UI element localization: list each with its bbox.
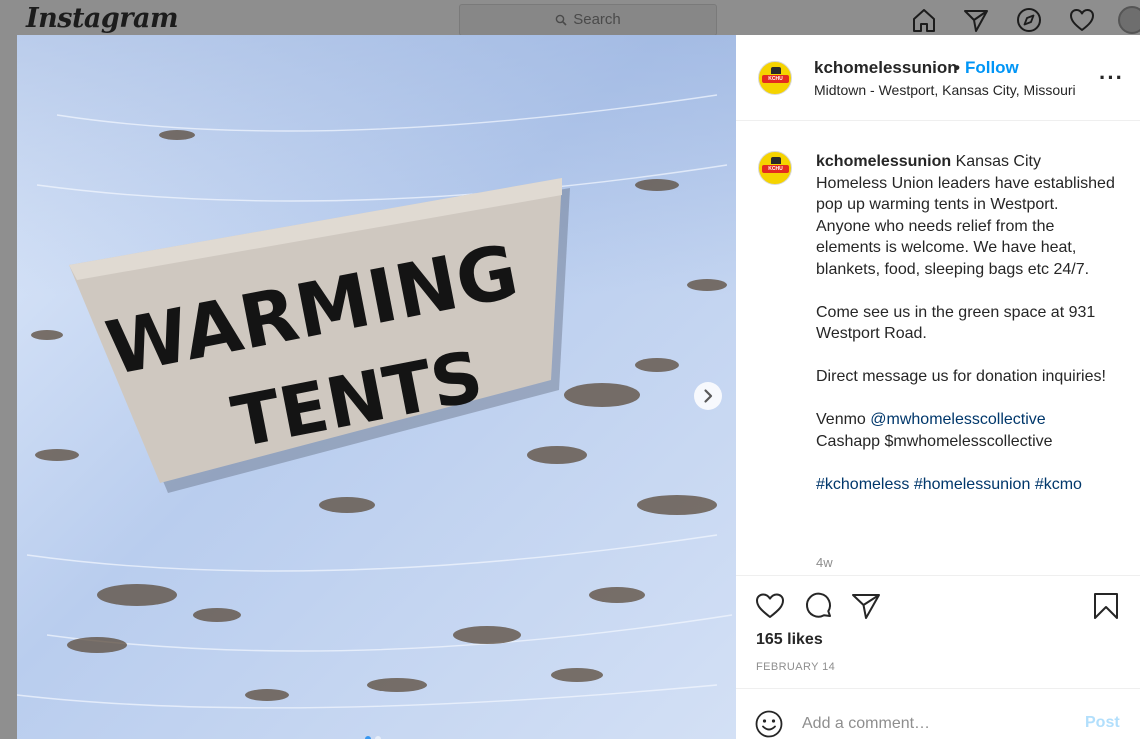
- venmo-label: Venmo: [816, 411, 866, 428]
- post-comment-button[interactable]: Post: [1085, 714, 1120, 732]
- search-placeholder: Search: [573, 11, 621, 28]
- follow-label: Follow: [964, 58, 1019, 77]
- post-date: FEBRUARY 14: [756, 661, 836, 673]
- post-location[interactable]: Midtown - Westport, Kansas City, Missour…: [814, 82, 1076, 98]
- comment-icon[interactable]: [803, 590, 835, 622]
- share-icon[interactable]: [850, 590, 882, 622]
- author-avatar[interactable]: KCHU: [758, 61, 792, 95]
- likes-count[interactable]: 165 likes: [756, 631, 823, 649]
- activity-heart-icon[interactable]: [1068, 6, 1096, 34]
- avatar-text: KCHU: [768, 166, 783, 172]
- comment-bar: Post: [736, 688, 1140, 739]
- profile-avatar[interactable]: [1118, 6, 1140, 34]
- caption-username[interactable]: kchomelessunion: [816, 153, 951, 170]
- post-photo: WARMING TENTS: [17, 35, 736, 739]
- author-username[interactable]: kchomelessunion: [814, 58, 958, 78]
- chevron-right-icon: [704, 389, 713, 403]
- direct-icon[interactable]: [962, 6, 990, 34]
- carousel-next-button[interactable]: [694, 382, 722, 410]
- post-modal: WARMING TENTS KCHU kchomelessunion • Foll…: [17, 35, 1140, 739]
- top-navigation-bar: Instagram Search: [0, 0, 1140, 40]
- instagram-logo[interactable]: Instagram: [26, 3, 179, 34]
- snow-sign-image: WARMING TENTS: [17, 35, 736, 739]
- explore-icon[interactable]: [1015, 6, 1043, 34]
- hashtag-link[interactable]: #homelessunion: [914, 476, 1031, 493]
- like-heart-icon[interactable]: [754, 590, 786, 622]
- comment-input[interactable]: [802, 713, 1072, 735]
- venmo-mention-link[interactable]: @mwhomelesscollective: [870, 411, 1045, 428]
- save-bookmark-icon[interactable]: [1090, 590, 1122, 622]
- more-options-icon[interactable]: ···: [1099, 65, 1124, 91]
- follow-button[interactable]: • Follow: [954, 58, 1019, 78]
- emoji-icon[interactable]: [754, 709, 784, 739]
- cashapp-line: Cashapp $mwhomelesscollective: [816, 432, 1053, 450]
- caption-age: 4w: [816, 555, 833, 570]
- post-caption: kchomelessunion Kansas City Homeless Uni…: [816, 151, 1116, 517]
- post-actions: 165 likes FEBRUARY 14 Post: [736, 575, 1140, 739]
- hashtag-link[interactable]: #kchomeless: [816, 476, 909, 493]
- home-icon[interactable]: [910, 6, 938, 34]
- post-header: KCHU kchomelessunion • Follow Midtown - W…: [736, 35, 1140, 121]
- carousel-indicator: [365, 729, 385, 739]
- caption-author-avatar[interactable]: KCHU: [758, 151, 792, 185]
- search-icon: [555, 14, 567, 26]
- hashtag-link[interactable]: #kcmo: [1035, 476, 1082, 493]
- caption-paragraph-1: Kansas City Homeless Union leaders have …: [816, 153, 1115, 278]
- caption-paragraph-2: Come see us in the green space at 931 We…: [816, 303, 1096, 343]
- post-side-panel: KCHU kchomelessunion • Follow Midtown - W…: [736, 35, 1140, 739]
- search-box[interactable]: Search: [459, 4, 717, 36]
- avatar-text: KCHU: [768, 76, 783, 82]
- caption-paragraph-3: Direct message us for donation inquiries…: [816, 368, 1106, 385]
